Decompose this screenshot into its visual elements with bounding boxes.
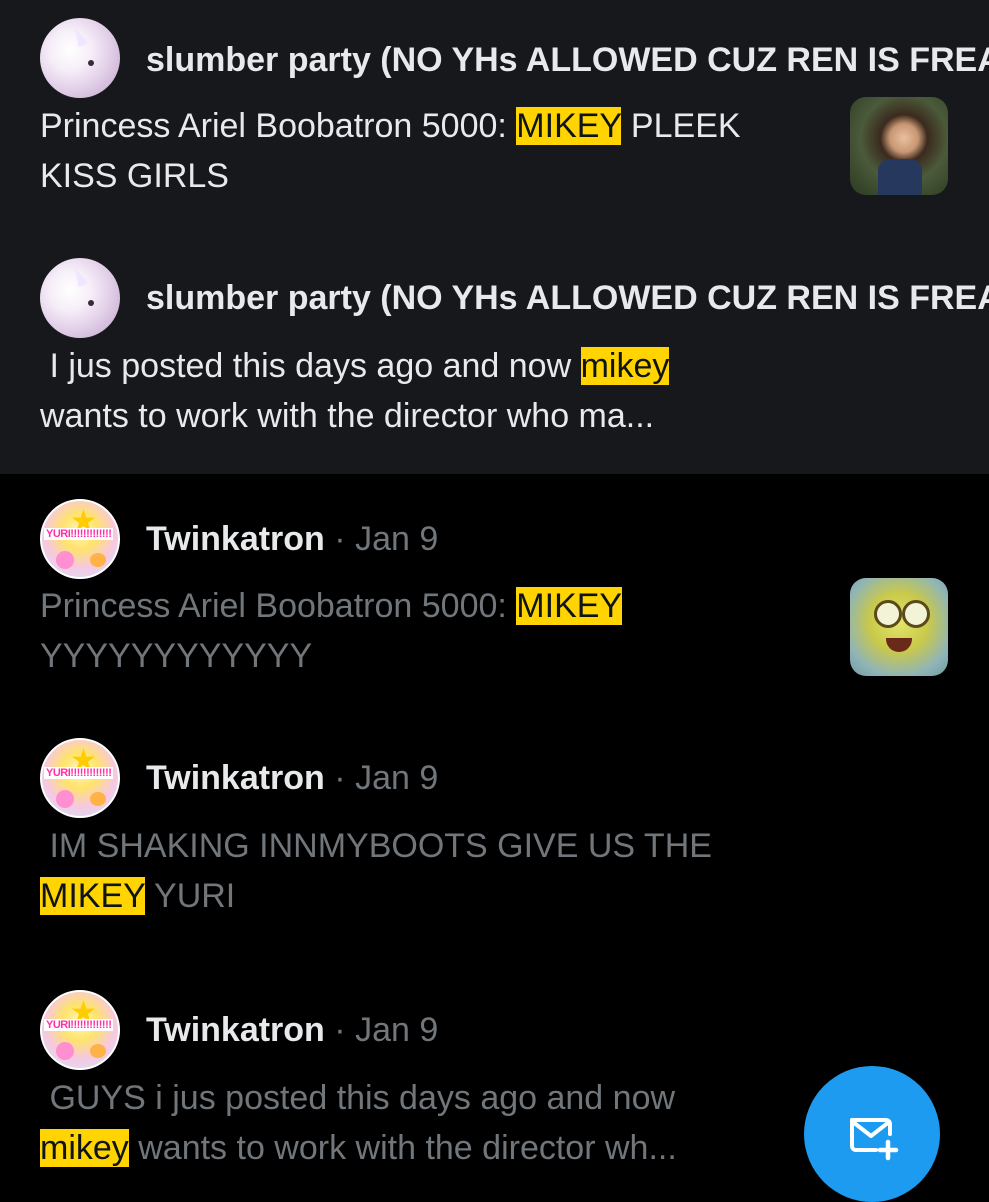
result-snippet: GUYS i jus posted this days ago and now … [40, 1079, 677, 1167]
sender-name: Twinkatron [146, 520, 325, 558]
search-highlight: MIKEY [516, 587, 623, 625]
result-snippet: Princess Ariel Boobatron 5000: MIKEY PLE… [40, 107, 741, 195]
result-snippet: Princess Ariel Boobatron 5000: MIKEY YYY… [40, 587, 623, 675]
search-highlight: mikey [580, 347, 670, 385]
message-date: Jan 9 [355, 520, 439, 558]
unicorn-plush-avatar [40, 258, 120, 338]
spongebob-photo-thumbnail[interactable] [850, 578, 948, 676]
new-message-icon [850, 1118, 899, 1161]
sender-name: Twinkatron [146, 759, 325, 797]
unicorn-plush-avatar [40, 18, 120, 98]
result-snippet: IM SHAKING INNMYBOOTS GIVE US THE MIKEY … [40, 827, 712, 915]
result-header: slumber party (NO YHs ALLOWED CUZ REN IS… [146, 40, 989, 80]
conversation-name: slumber party (NO YHs ALLOWED CUZ REN IS… [146, 41, 989, 79]
boy-photo-thumbnail[interactable] [850, 97, 948, 195]
message-result-item[interactable]: slumber party (NO YHs ALLOWED CUZ REN IS… [0, 236, 989, 474]
search-highlight: mikey [40, 1129, 129, 1167]
search-highlight: MIKEY [40, 877, 146, 915]
result-header: slumber party (NO YHs ALLOWED CUZ REN IS… [146, 278, 989, 318]
conversation-name: slumber party (NO YHs ALLOWED CUZ REN IS… [146, 279, 989, 317]
sender-name: Twinkatron [146, 1011, 325, 1049]
result-header: Twinkatron · Jan 9 [146, 759, 439, 797]
message-date: Jan 9 [355, 1011, 439, 1049]
yuri-sticker-avatar: ★ YURI!!!!!!!!!!!!! [40, 990, 120, 1070]
message-result-item[interactable]: ★ YURI!!!!!!!!!!!!! Twinkatron · Jan 9 IM… [0, 712, 989, 962]
result-header: Twinkatron · Jan 9 [146, 1011, 439, 1049]
message-result-item[interactable]: slumber party (NO YHs ALLOWED CUZ REN IS… [0, 0, 989, 236]
result-header: Twinkatron · Jan 9 [146, 520, 439, 558]
result-snippet: I jus posted this days ago and now mikey… [40, 347, 670, 435]
message-result-item[interactable]: ★ YURI!!!!!!!!!!!!! Twinkatron · Jan 9 Pr… [0, 474, 989, 712]
new-message-button[interactable] [804, 1066, 940, 1202]
search-highlight: MIKEY [516, 107, 622, 145]
message-date: Jan 9 [355, 759, 439, 797]
yuri-sticker-avatar: ★ YURI!!!!!!!!!!!!! [40, 738, 120, 818]
yuri-sticker-avatar: ★ YURI!!!!!!!!!!!!! [40, 499, 120, 579]
